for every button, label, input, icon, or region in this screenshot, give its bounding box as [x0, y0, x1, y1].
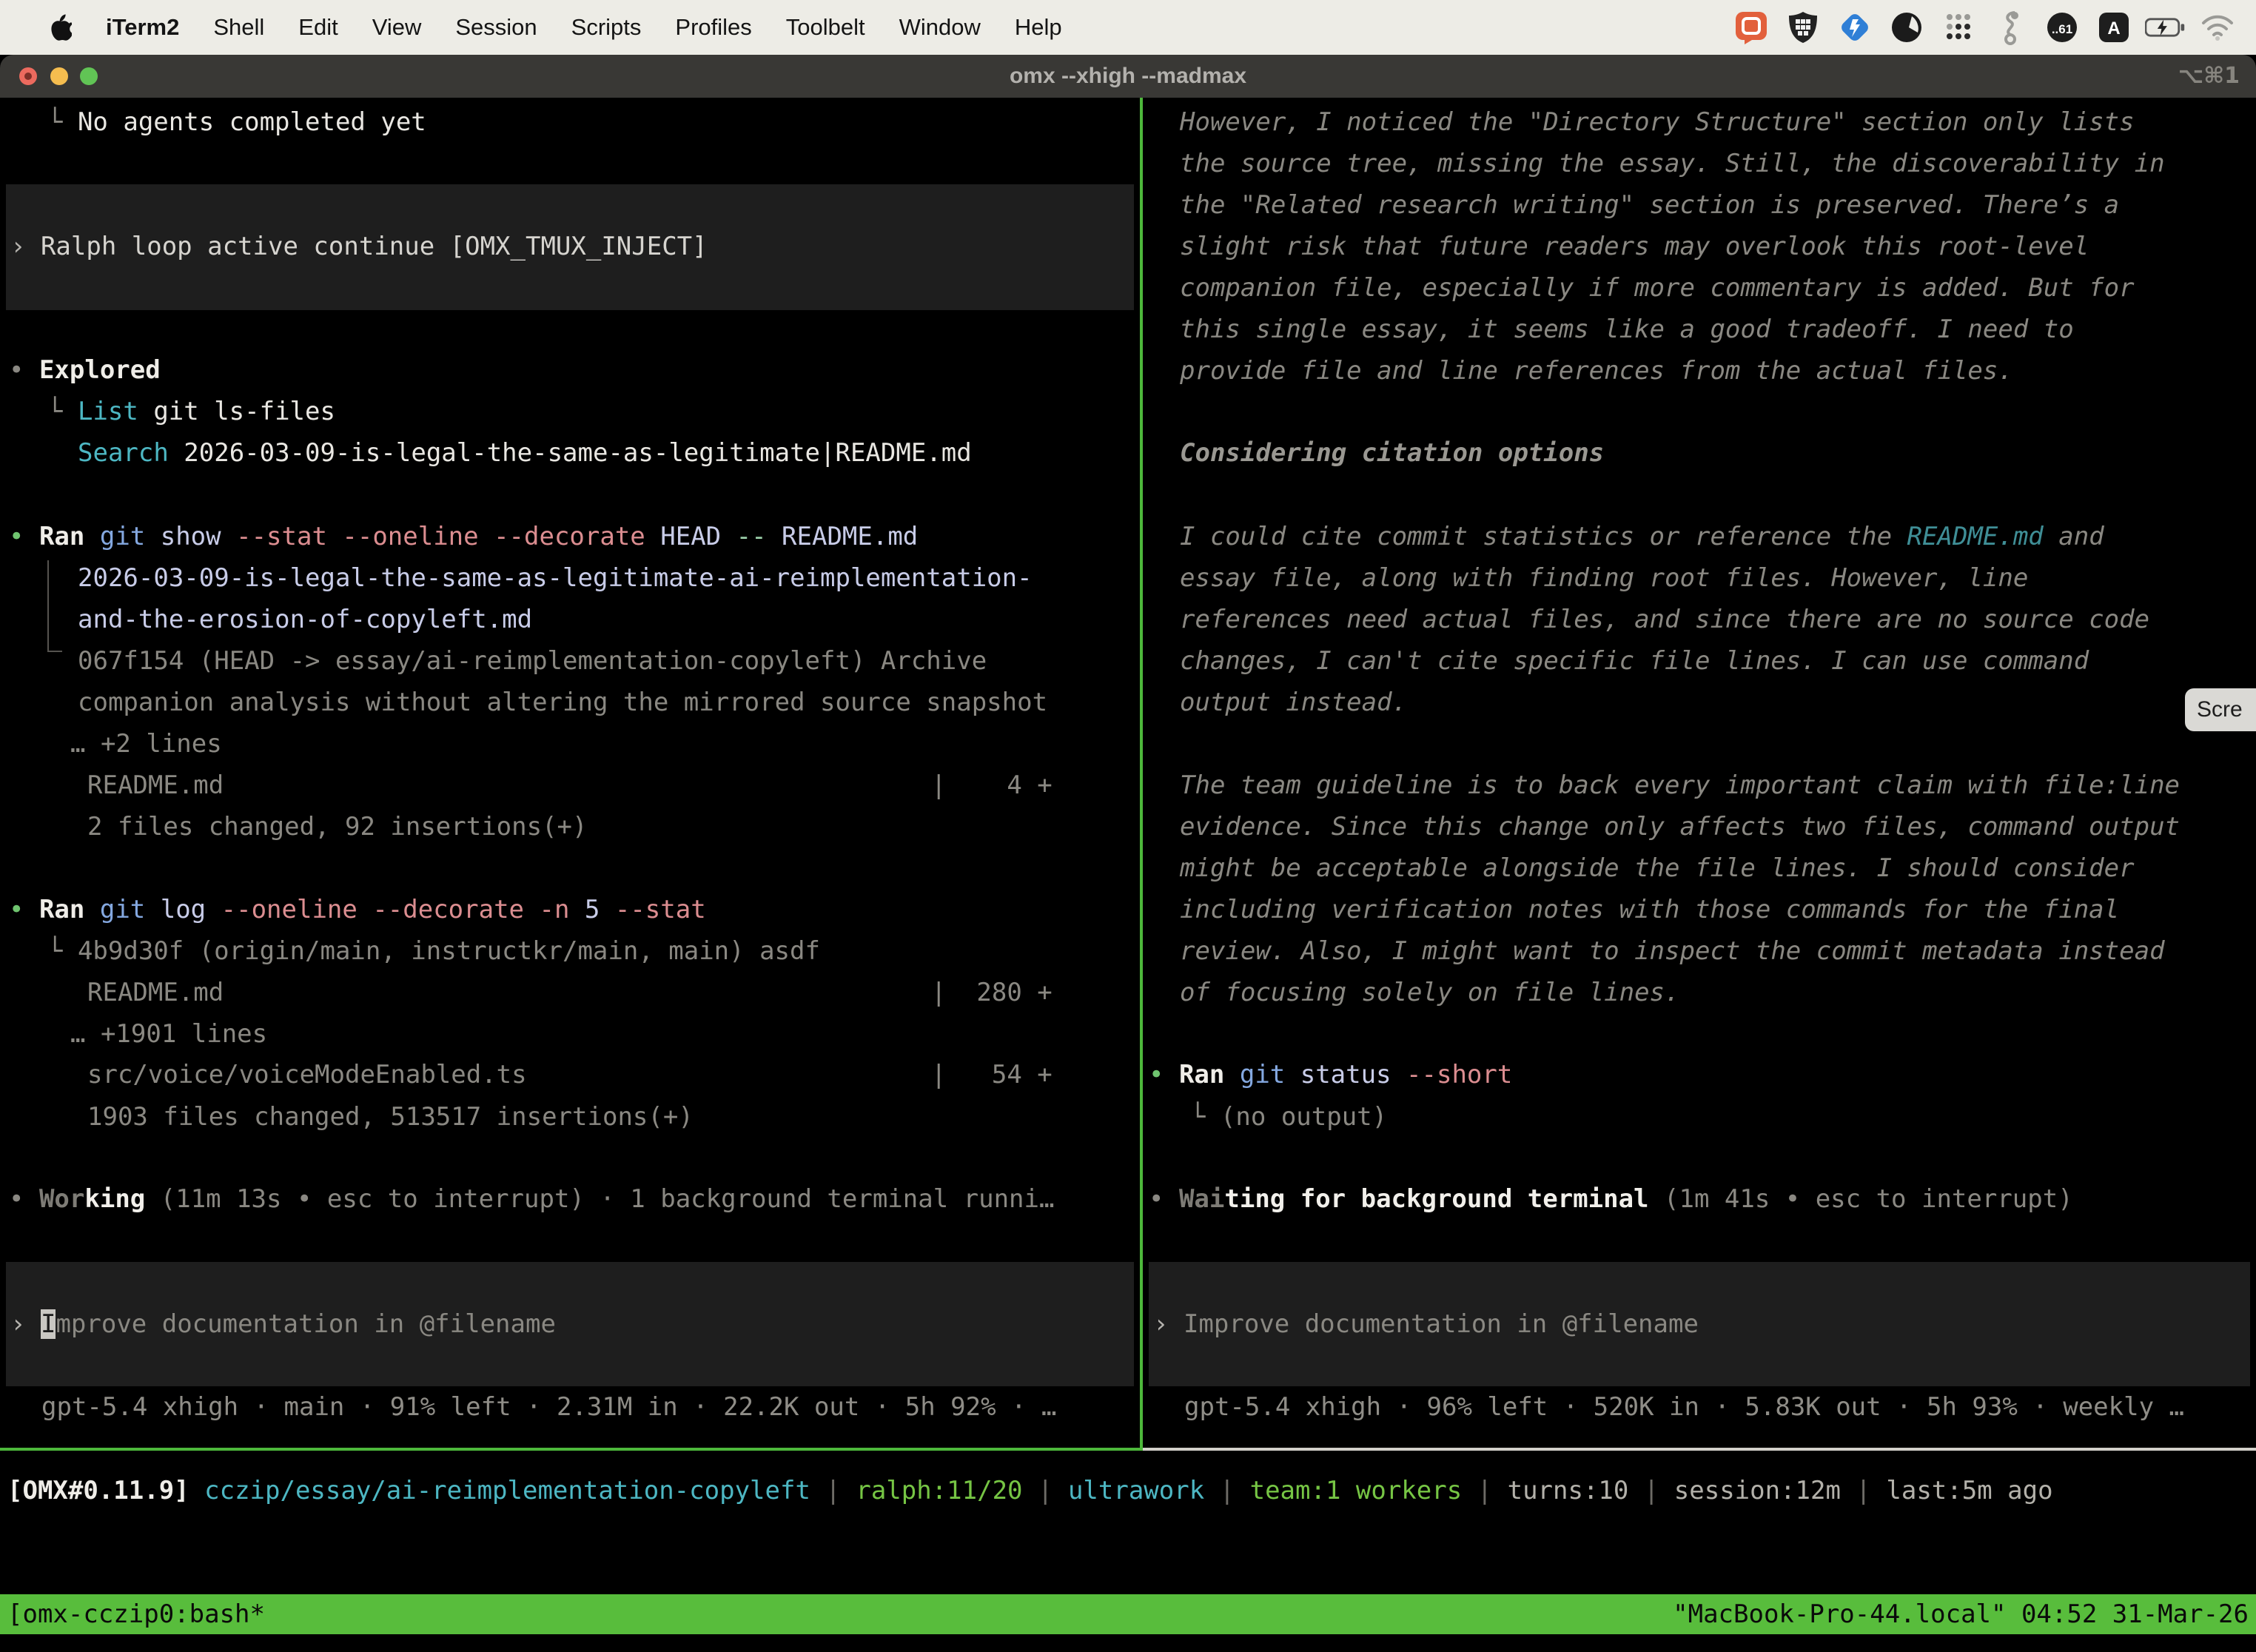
reasoning-para1-line3: the "Related research writing" section i…: [1180, 184, 2119, 226]
pane-divider-vertical[interactable]: [1140, 98, 1143, 1448]
screen-share-icon[interactable]: [1730, 7, 1772, 48]
left-model-status: gpt-5.4 xhigh · main · 91% left · 2.31M …: [41, 1386, 1056, 1428]
reasoning-para3-line4: including verification notes with those …: [1180, 889, 2119, 930]
explored-list-line: └ List git ls-files: [47, 391, 335, 432]
waiting-status-line: • Waiting for background terminal (1m 41…: [1149, 1178, 2073, 1220]
window-title: omx --xhigh --madmax: [0, 55, 2256, 98]
apple-menu[interactable]: [33, 14, 89, 41]
git-log-stat-row-1: README.md| 280 +: [87, 972, 224, 1013]
ralph-inject-line: › Ralph loop active continue [OMX_TMUX_I…: [10, 226, 708, 267]
reasoning-para2-line2: essay file, along with finding root file…: [1180, 557, 2028, 599]
menu-item-window[interactable]: Window: [882, 14, 998, 41]
reasoning-heading: Considering citation options: [1180, 432, 1604, 474]
working-status-line: • Working (11m 13s • esc to interrupt) ·…: [9, 1178, 1054, 1220]
squiggle-icon[interactable]: [1990, 7, 2031, 48]
tmux-host-clock: "MacBook-Pro-44.local" 04:52 31-Mar-26: [1673, 1594, 2249, 1634]
menu-item-shell[interactable]: Shell: [196, 14, 281, 41]
reasoning-para1-line4: slight risk that future readers may over…: [1180, 226, 2089, 267]
reasoning-para3-line3: might be acceptable alongside the file l…: [1180, 847, 2135, 889]
tmux-session-name: [omx-cczip0:bash*: [7, 1594, 265, 1634]
right-prompt-line: › Improve documentation in @filename: [1153, 1303, 1699, 1345]
badge-61-label: ..61: [2052, 22, 2072, 36]
no-agents-line: └ No agents completed yet: [47, 101, 426, 143]
git-log-output-1: └ 4b9d30f (origin/main, instructkr/main,…: [47, 930, 820, 972]
terminal-content: └ No agents completed yet › Ralph loop a…: [0, 98, 2256, 1652]
apple-icon: [50, 14, 72, 41]
screen-notification[interactable]: Scre: [2185, 688, 2256, 731]
reasoning-para2-line1: I could cite commit statistics or refere…: [1180, 516, 2104, 557]
git-log-output-2: … +1901 lines: [70, 1013, 267, 1055]
menu-app-name[interactable]: iTerm2: [89, 14, 196, 41]
tmux-status-bar: [omx-cczip0:bash* "MacBook-Pro-44.local"…: [0, 1594, 2256, 1634]
explored-header: • Explored: [9, 349, 161, 391]
menu-item-scripts[interactable]: Scripts: [554, 14, 659, 41]
menu-item-toolbelt[interactable]: Toolbelt: [769, 14, 882, 41]
battery-icon[interactable]: [2145, 7, 2186, 48]
menu-item-help[interactable]: Help: [998, 14, 1079, 41]
keyboard-a-icon[interactable]: A: [2093, 7, 2135, 48]
git-log-stat-row-2: src/voice/voiceModeEnabled.ts| 54 +: [87, 1054, 527, 1095]
pane-divider-horizontal-right: [1143, 1448, 2256, 1451]
reasoning-para3-line1: The team guideline is to back every impo…: [1180, 765, 2180, 806]
menu-item-session[interactable]: Session: [438, 14, 554, 41]
wifi-icon[interactable]: [2197, 7, 2238, 48]
explored-search-line: Search 2026-03-09-is-legal-the-same-as-l…: [78, 432, 972, 474]
blue-bolt-icon[interactable]: [1834, 7, 1876, 48]
reasoning-para2-line4: changes, I can't cite specific file line…: [1180, 640, 2089, 682]
keyboard-a-label: A: [2107, 19, 2120, 38]
pane-divider-horizontal-left: [0, 1448, 1143, 1451]
menu-item-edit[interactable]: Edit: [281, 14, 355, 41]
omx-status-line: [OMX#0.11.9] cczip/essay/ai-reimplementa…: [7, 1470, 2053, 1511]
right-model-status: gpt-5.4 xhigh · 96% left · 520K in · 5.8…: [1184, 1386, 2184, 1428]
window-title-bar: omx --xhigh --madmax ⌥⌘1: [0, 55, 2256, 98]
git-show-arg-line-2: and-the-erosion-of-copyleft.md: [78, 599, 532, 640]
dots-grid-icon[interactable]: [1938, 7, 1979, 48]
shield-grid-icon[interactable]: [1782, 7, 1824, 48]
git-show-stat-row: README.md| 4 +: [87, 765, 224, 806]
reasoning-para1-line2: the source tree, missing the essay. Stil…: [1180, 143, 2165, 184]
git-show-arg-line-1: 2026-03-09-is-legal-the-same-as-legitima…: [78, 557, 1033, 599]
reasoning-para3-line5: review. Also, I might want to inspect th…: [1180, 930, 2165, 972]
git-log-summary: 1903 files changed, 513517 insertions(+): [87, 1096, 694, 1138]
tree-connector: [47, 560, 62, 652]
reasoning-para2-line5: output instead.: [1180, 682, 1407, 723]
reasoning-para3-line2: evidence. Since this change only affects…: [1180, 806, 2180, 847]
crescent-circle-icon[interactable]: [1886, 7, 1927, 48]
reasoning-para1-line5: companion file, especially if more comme…: [1180, 267, 2135, 309]
reasoning-para3-line6: of focusing solely on file lines.: [1180, 972, 1680, 1013]
badge-61-icon[interactable]: ..61: [2041, 7, 2083, 48]
git-show-summary: 2 files changed, 92 insertions(+): [87, 806, 588, 847]
menu-item-profiles[interactable]: Profiles: [658, 14, 768, 41]
window-shortcut-hint: ⌥⌘1: [2178, 55, 2240, 98]
right-prompt-input[interactable]: › Improve documentation in @filename: [1149, 1262, 2250, 1386]
git-show-output-3: … +2 lines: [70, 723, 222, 765]
reasoning-para1-line6: this single essay, it seems like a good …: [1180, 309, 2074, 350]
reasoning-para2-line3: references need actual files, and since …: [1180, 599, 2149, 640]
menu-item-view[interactable]: View: [355, 14, 439, 41]
left-prompt-input[interactable]: › Improve documentation in @filename: [6, 1262, 1134, 1386]
ran-git-log-line: • Ran git log --oneline --decorate -n 5 …: [9, 889, 706, 930]
reasoning-para1-line7: provide file and line references from th…: [1180, 350, 2013, 392]
reasoning-para1-line1: However, I noticed the "Directory Struct…: [1180, 101, 2135, 143]
git-status-no-output: └ (no output): [1190, 1096, 1387, 1138]
ran-git-show-line: • Ran git show --stat --oneline --decora…: [9, 516, 918, 557]
ralph-inject-box[interactable]: › Ralph loop active continue [OMX_TMUX_I…: [6, 184, 1134, 310]
ran-git-status-line: • Ran git status --short: [1149, 1054, 1512, 1095]
git-show-output-1: 067f154 (HEAD -> essay/ai-reimplementati…: [78, 640, 987, 682]
macos-menu-bar: iTerm2 Shell Edit View Session Scripts P…: [0, 0, 2256, 55]
git-show-output-2: companion analysis without altering the …: [78, 682, 1047, 723]
left-prompt-line: › Improve documentation in @filename: [10, 1303, 556, 1345]
